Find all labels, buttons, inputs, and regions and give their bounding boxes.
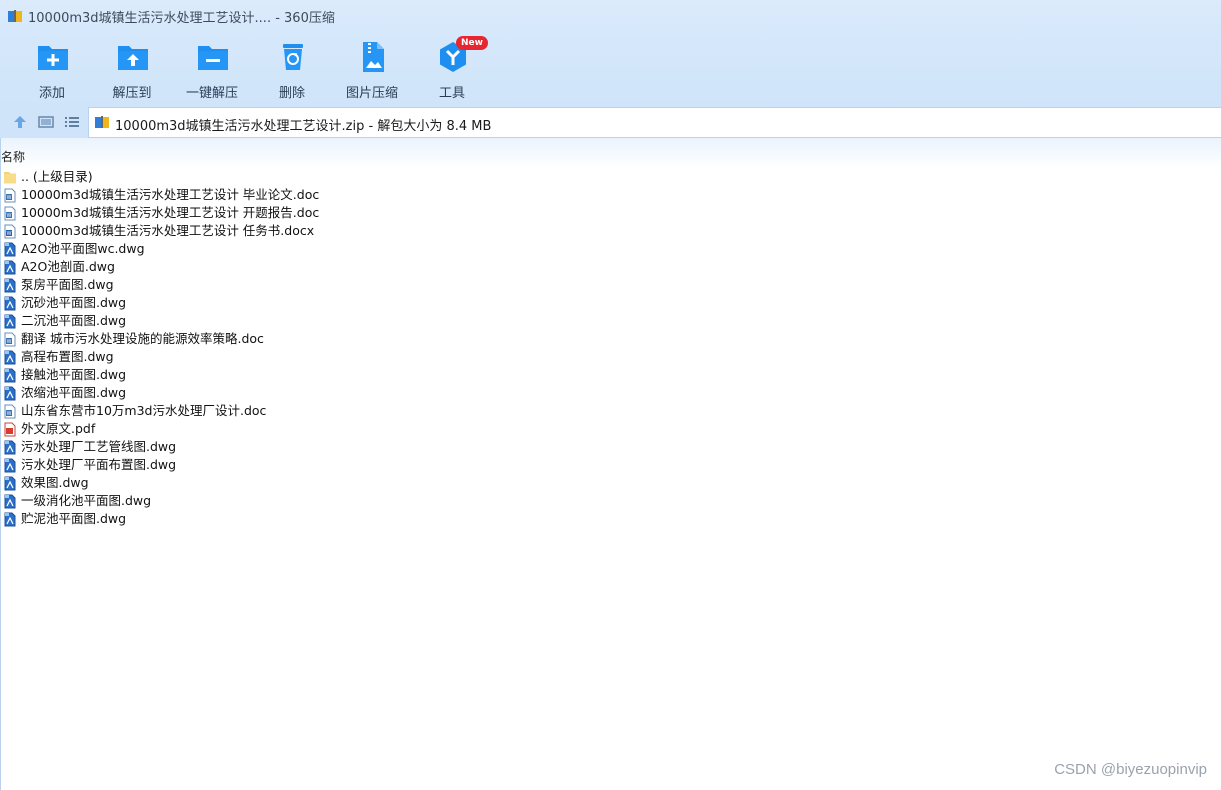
- file-row[interactable]: 污水处理厂工艺管线图.dwg: [0, 438, 1221, 456]
- dwg-file-icon: [4, 314, 16, 329]
- file-name: 翻译 城市污水处理设施的能源效率策略.doc: [21, 331, 264, 346]
- image-compress-icon: [363, 42, 384, 72]
- address-text: 10000m3d城镇生活污水处理工艺设计.zip - 解包大小为 8.4 MB: [115, 119, 492, 134]
- svg-text:W: W: [7, 411, 12, 417]
- dwg-file-icon: [4, 350, 16, 365]
- file-row[interactable]: W 山东省东营市10万m3d污水处理厂设计.doc: [0, 402, 1221, 420]
- dwg-file-icon: [4, 494, 16, 509]
- file-row[interactable]: W 10000m3d城镇生活污水处理工艺设计 开题报告.doc: [0, 204, 1221, 222]
- address-bar[interactable]: 10000m3d城镇生活污水处理工艺设计.zip - 解包大小为 8.4 MB: [88, 107, 1221, 138]
- file-name: 贮泥池平面图.dwg: [21, 511, 127, 526]
- extract-to-icon: [118, 46, 148, 70]
- file-name: 外文原文.pdf: [21, 421, 96, 436]
- file-name: 浓缩池平面图.dwg: [21, 385, 127, 400]
- image-compress-label: 图片压缩: [345, 86, 398, 101]
- file-name: 污水处理厂工艺管线图.dwg: [21, 439, 177, 454]
- file-name: 效果图.dwg: [21, 475, 89, 490]
- list-column-header[interactable]: 名称: [0, 138, 1221, 168]
- name-column-header: 名称: [1, 150, 26, 164]
- file-name: 10000m3d城镇生活污水处理工艺设计 开题报告.doc: [21, 205, 320, 220]
- dwg-file-icon: [4, 278, 16, 293]
- dwg-file-icon: [4, 512, 16, 527]
- image-compress-button[interactable]: 图片压缩: [332, 38, 412, 101]
- add-label: 添加: [38, 86, 65, 101]
- add-button[interactable]: 添加: [12, 38, 92, 101]
- file-row[interactable]: 泵房平面图.dwg: [0, 276, 1221, 294]
- new-badge: New: [456, 36, 488, 50]
- word-doc-icon: W: [4, 206, 16, 221]
- parent-directory-row[interactable]: .. (上级目录): [0, 168, 1221, 186]
- file-name: 10000m3d城镇生活污水处理工艺设计 任务书.docx: [21, 223, 315, 238]
- dwg-file-icon: [4, 458, 16, 473]
- up-arrow-icon[interactable]: [12, 114, 28, 130]
- file-name: 一级消化池平面图.dwg: [21, 493, 152, 508]
- add-folder-icon: [38, 46, 68, 70]
- folder-icon: [4, 172, 16, 184]
- file-row[interactable]: 一级消化池平面图.dwg: [0, 492, 1221, 510]
- dwg-file-icon: [4, 440, 16, 455]
- file-list: .. (上级目录) W 10000m3d城镇生活污水处理工艺设计 毕业论文.doc W…: [0, 168, 1221, 528]
- dwg-file-icon: [4, 296, 16, 311]
- file-row[interactable]: 外文原文.pdf: [0, 420, 1221, 438]
- file-row[interactable]: 高程布置图.dwg: [0, 348, 1221, 366]
- svg-text:W: W: [7, 339, 12, 345]
- archive-window: 10000m3d城镇生活污水处理工艺设计.... - 360压缩 添加 解压到: [0, 0, 1221, 790]
- archive-app-icon: [8, 10, 22, 22]
- dwg-file-icon: [4, 260, 16, 275]
- one-click-extract-icon: [198, 46, 228, 70]
- file-row[interactable]: 贮泥池平面图.dwg: [0, 510, 1221, 528]
- dwg-file-icon: [4, 368, 16, 383]
- file-row[interactable]: A2O池平面图wc.dwg: [0, 240, 1221, 258]
- thumbnail-view-icon[interactable]: [38, 114, 54, 130]
- toolbar: 添加 解压到 一键解压 删除 图片压缩 New 工具: [0, 32, 1221, 106]
- file-name: .. (上级目录): [21, 169, 93, 184]
- dwg-file-icon: [4, 476, 16, 491]
- file-row[interactable]: W 10000m3d城镇生活污水处理工艺设计 毕业论文.doc: [0, 186, 1221, 204]
- dwg-file-icon: [4, 242, 16, 257]
- file-name: 山东省东营市10万m3d污水处理厂设计.doc: [21, 403, 267, 418]
- file-row[interactable]: W 10000m3d城镇生活污水处理工艺设计 任务书.docx: [0, 222, 1221, 240]
- file-name: A2O池剖面.dwg: [21, 259, 115, 274]
- tools-button[interactable]: New 工具: [412, 36, 492, 101]
- file-row[interactable]: 效果图.dwg: [0, 474, 1221, 492]
- svg-text:W: W: [7, 213, 12, 219]
- file-row[interactable]: 浓缩池平面图.dwg: [0, 384, 1221, 402]
- window-title: 10000m3d城镇生活污水处理工艺设计.... - 360压缩: [28, 11, 335, 26]
- file-row[interactable]: 污水处理厂平面布置图.dwg: [0, 456, 1221, 474]
- file-name: A2O池平面图wc.dwg: [21, 241, 145, 256]
- file-row[interactable]: 接触池平面图.dwg: [0, 366, 1221, 384]
- zip-archive-icon: [95, 116, 109, 128]
- one-click-extract-label: 一键解压: [185, 86, 238, 101]
- file-name: 污水处理厂平面布置图.dwg: [21, 457, 177, 472]
- word-doc-icon: W: [4, 188, 16, 203]
- extract-to-label: 解压到: [112, 86, 152, 101]
- file-row[interactable]: A2O池剖面.dwg: [0, 258, 1221, 276]
- file-name: 沉砂池平面图.dwg: [21, 295, 127, 310]
- file-row[interactable]: 二沉池平面图.dwg: [0, 312, 1221, 330]
- extract-to-button[interactable]: 解压到: [92, 38, 172, 101]
- file-name: 泵房平面图.dwg: [21, 277, 114, 292]
- file-row[interactable]: W 翻译 城市污水处理设施的能源效率策略.doc: [0, 330, 1221, 348]
- word-docx-icon: W: [4, 224, 16, 239]
- watermark: CSDN @biyezuopinvip: [1054, 761, 1207, 778]
- svg-text:W: W: [7, 231, 12, 237]
- address-row: 10000m3d城镇生活污水处理工艺设计.zip - 解包大小为 8.4 MB: [0, 106, 1221, 138]
- recycle-bin-icon: [283, 44, 303, 70]
- svg-text:W: W: [7, 195, 12, 201]
- pdf-file-icon: [4, 422, 16, 437]
- file-name: 接触池平面图.dwg: [21, 367, 127, 382]
- file-name: 高程布置图.dwg: [21, 349, 114, 364]
- file-name: 二沉池平面图.dwg: [21, 313, 127, 328]
- dwg-file-icon: [4, 386, 16, 401]
- one-click-extract-button[interactable]: 一键解压: [172, 38, 252, 101]
- file-name: 10000m3d城镇生活污水处理工艺设计 毕业论文.doc: [21, 187, 320, 202]
- word-doc-icon: W: [4, 332, 16, 347]
- delete-button[interactable]: 删除: [252, 38, 332, 101]
- list-view-icon[interactable]: [64, 114, 80, 130]
- file-row[interactable]: 沉砂池平面图.dwg: [0, 294, 1221, 312]
- title-bar: 10000m3d城镇生活污水处理工艺设计.... - 360压缩: [0, 0, 1221, 32]
- word-doc-icon: W: [4, 404, 16, 419]
- delete-label: 删除: [278, 86, 305, 101]
- tools-label: 工具: [438, 86, 465, 101]
